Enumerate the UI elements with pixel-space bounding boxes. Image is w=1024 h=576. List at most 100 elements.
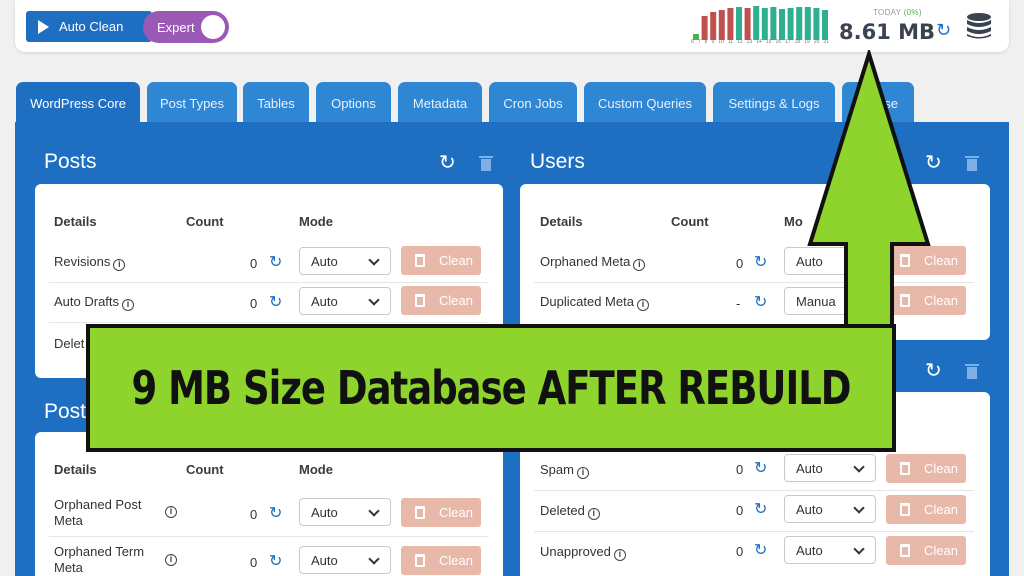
mode-select[interactable]: Auto (299, 287, 391, 315)
col-header-count: Count (186, 462, 224, 477)
row-divider (534, 490, 974, 491)
refresh-row-icon[interactable]: ↻ (269, 551, 282, 571)
refresh-row-icon[interactable]: ↻ (754, 252, 767, 272)
today-percent: (0%) (903, 8, 922, 17)
trash-icon (415, 554, 425, 567)
chevron-down-icon (853, 543, 865, 555)
tab-custom-queries[interactable]: Custom Queries (584, 82, 706, 124)
mode-value: Auto (311, 293, 338, 309)
clean-label: Clean (924, 502, 958, 517)
info-icon[interactable]: i (636, 299, 649, 311)
tab-label: Tables (257, 95, 295, 111)
trash-icon (900, 503, 910, 516)
mode-select[interactable]: Auto (299, 498, 391, 526)
annotation-up-arrow (807, 50, 931, 338)
info-icon[interactable]: i (633, 259, 646, 271)
chevron-down-icon (368, 505, 380, 517)
users-section-title: Users (530, 150, 585, 173)
tab-wordpress-core[interactable]: WordPress Core (16, 82, 140, 124)
refresh-section-icon[interactable]: ↻ (439, 150, 456, 175)
row-count: 0 (736, 462, 744, 477)
trash-icon[interactable] (965, 363, 979, 379)
clean-button[interactable]: Clean (401, 546, 481, 575)
tab-tables[interactable]: Tables (243, 82, 309, 124)
row-label-spam: Spam i (540, 462, 589, 479)
tab-post-types[interactable]: Post Types (147, 82, 237, 124)
row-label-deleted: Delet (54, 336, 85, 351)
mode-select[interactable]: Auto (299, 247, 391, 275)
history-sparkline-chart (693, 6, 828, 40)
trash-icon (415, 294, 425, 307)
info-icon[interactable]: i (165, 554, 177, 566)
sparkline-bar (701, 16, 708, 40)
toggle-knob (201, 15, 225, 39)
mode-select[interactable]: Auto (784, 536, 876, 564)
sparkline-day-label: 7 (697, 39, 701, 45)
database-icon[interactable] (965, 12, 993, 40)
sparkline-day-label: 17 (785, 39, 791, 45)
info-icon[interactable]: i (576, 467, 589, 479)
refresh-size-icon[interactable]: ↻ (936, 20, 951, 41)
refresh-section-icon[interactable]: ↻ (925, 358, 942, 383)
sparkline-day-label: 21 (823, 39, 829, 45)
sparkline-bar (753, 6, 760, 40)
clean-button[interactable]: Clean (401, 498, 481, 527)
tab-metadata[interactable]: Metadata (398, 82, 482, 124)
clean-label: Clean (439, 253, 473, 268)
clean-button[interactable]: Clean (886, 454, 966, 483)
refresh-row-icon[interactable]: ↻ (269, 252, 282, 272)
info-icon[interactable]: i (587, 508, 600, 520)
trash-icon (415, 506, 425, 519)
refresh-row-icon[interactable]: ↻ (754, 458, 767, 478)
trash-icon[interactable] (479, 155, 493, 171)
clean-button[interactable]: Clean (401, 246, 481, 275)
refresh-row-icon[interactable]: ↻ (754, 292, 767, 312)
clean-button[interactable]: Clean (886, 536, 966, 565)
refresh-row-icon[interactable]: ↻ (269, 292, 282, 312)
tab-cron-jobs[interactable]: Cron Jobs (489, 82, 577, 124)
row-label-unapproved: Unapproved i (540, 544, 626, 561)
info-icon[interactable]: i (613, 549, 626, 561)
info-icon[interactable]: i (165, 506, 177, 518)
chevron-down-icon (368, 254, 380, 266)
row-label-auto-drafts: Auto Drafts i (54, 294, 135, 311)
row-count: 0 (736, 544, 744, 559)
col-header-mode: Mode (299, 214, 333, 229)
refresh-row-icon[interactable]: ↻ (754, 540, 767, 560)
sparkline-bar (796, 7, 803, 40)
auto-clean-button[interactable]: Auto Clean (26, 11, 152, 42)
refresh-row-icon[interactable]: ↻ (269, 503, 282, 523)
sparkline-day-label: 14 (756, 39, 762, 45)
clean-button[interactable]: Clean (886, 495, 966, 524)
mode-select[interactable]: Auto (784, 495, 876, 523)
clean-button[interactable]: Clean (401, 286, 481, 315)
info-icon[interactable]: i (122, 299, 135, 311)
mode-select[interactable]: Auto (299, 546, 391, 574)
sparkline-day-label: 6 (691, 39, 694, 45)
sparkline-bar (718, 10, 725, 40)
refresh-row-icon[interactable]: ↻ (754, 499, 767, 519)
mode-value: Auto (311, 253, 338, 269)
info-icon[interactable]: i (113, 259, 126, 271)
trash-icon (900, 462, 910, 475)
expert-mode-toggle[interactable]: Expert (143, 11, 229, 43)
trash-icon (415, 254, 425, 267)
sparkline-bar (779, 9, 785, 40)
col-header-details: Details (54, 462, 97, 477)
col-header-mode: Mode (299, 462, 333, 477)
tab-options[interactable]: Options (316, 82, 391, 124)
row-count: 0 (736, 256, 744, 271)
row-count: 0 (250, 256, 258, 271)
sparkline-day-label: 8 (704, 39, 708, 45)
col-header-count: Count (186, 214, 224, 229)
col-header-details: Details (540, 214, 583, 229)
row-count: - (736, 296, 741, 311)
trash-icon[interactable] (965, 155, 979, 171)
row-divider (49, 322, 489, 323)
chevron-down-icon (853, 461, 865, 473)
sparkline-day-label: 19 (804, 39, 810, 45)
row-label-orphaned-post-meta: Orphaned Post Meta (54, 497, 142, 528)
mode-select[interactable]: Auto (784, 454, 876, 482)
row-label-text: Spam (540, 462, 574, 477)
row-label-text: Unapproved (540, 544, 611, 559)
